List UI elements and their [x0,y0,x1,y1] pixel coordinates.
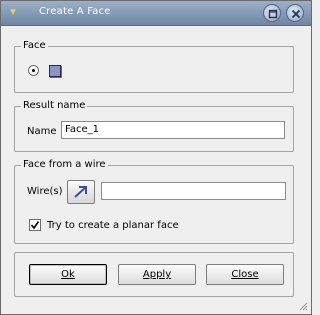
name-field[interactable]: Face_1 [61,121,285,139]
wires-label: Wire(s) [27,186,63,197]
wires-field[interactable] [101,182,286,200]
select-wire-button[interactable] [67,180,95,204]
minimize-button[interactable] [263,4,281,22]
face-icon[interactable] [49,65,61,77]
button-group: Ok Apply Close [14,252,294,297]
close-button[interactable]: Close [206,264,284,285]
result-name-group: Result name Name Face_1 [14,100,294,152]
check-icon [30,221,40,230]
face-from-wire-group-title: Face from a wire [21,159,108,170]
result-name-group-title: Result name [21,100,88,111]
pin-icon[interactable]: ▾ [7,6,19,18]
resize-grip-icon[interactable] [298,301,308,311]
ok-button[interactable]: Ok [29,264,107,285]
name-label: Name [27,126,57,137]
apply-button[interactable]: Apply [118,264,196,285]
minimize-icon [268,9,278,19]
close-button-title[interactable] [286,4,304,22]
close-icon [291,9,301,19]
face-group-title: Face [21,40,48,51]
title-bar[interactable]: ▾ Create A Face [1,1,311,26]
window-title: Create A Face [39,6,111,17]
face-radio[interactable] [28,65,39,76]
face-from-wire-group: Face from a wire Wire(s) Try to create a… [14,159,294,244]
create-face-dialog: ▾ Create A Face Face Result name Name Fa… [0,0,312,315]
planar-face-label[interactable]: Try to create a planar face [47,220,179,231]
arrow-select-icon [74,186,87,198]
face-group: Face [14,40,294,93]
planar-face-checkbox[interactable] [29,219,41,231]
